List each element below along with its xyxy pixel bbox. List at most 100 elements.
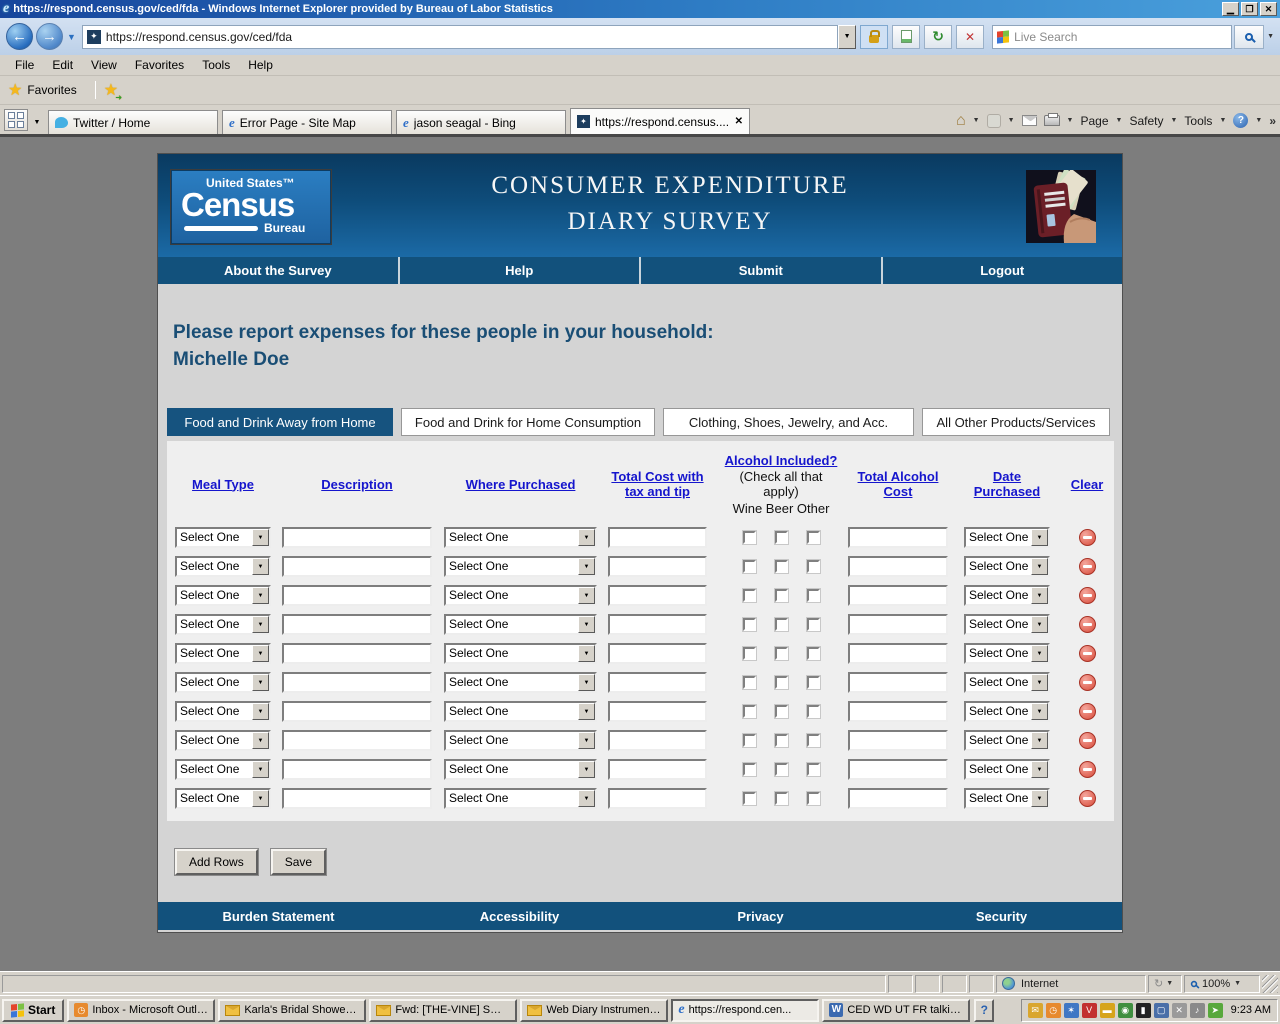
- taskbar-button-inbox-microsoft-outlook[interactable]: ◷ Inbox - Microsoft Outlook: [67, 998, 216, 1022]
- beer-checkbox[interactable]: [774, 618, 788, 631]
- stop-button[interactable]: ✕: [956, 24, 985, 49]
- description-input[interactable]: [282, 788, 432, 809]
- meal-type-select[interactable]: Select One ▼: [175, 701, 271, 722]
- col-alcohol-included[interactable]: Alcohol Included?: [725, 453, 838, 468]
- volume-icon[interactable]: ♪: [1189, 1002, 1205, 1018]
- taskbar-button-web-diary-instrument[interactable]: Web Diary Instrument ...: [520, 998, 669, 1022]
- meal-type-select[interactable]: Select One ▼: [175, 614, 271, 635]
- read-mail-icon[interactable]: [1021, 115, 1038, 126]
- other-checkbox[interactable]: [806, 589, 820, 602]
- beer-checkbox[interactable]: [774, 792, 788, 805]
- date-purchased-select[interactable]: Select One ▼: [964, 527, 1050, 548]
- menu-favorites[interactable]: Favorites: [126, 56, 193, 74]
- favorites-button[interactable]: Favorites: [27, 83, 76, 97]
- other-checkbox[interactable]: [806, 676, 820, 689]
- outlook-icon[interactable]: ◷: [1045, 1002, 1061, 1018]
- clear-row-button[interactable]: [1078, 587, 1096, 604]
- restore-button[interactable]: ❐: [1241, 2, 1258, 16]
- wine-checkbox[interactable]: [742, 792, 756, 805]
- wine-checkbox[interactable]: [742, 618, 756, 631]
- search-dropdown[interactable]: ▼: [1267, 33, 1274, 40]
- compatibility-view-button[interactable]: [892, 24, 921, 49]
- wine-checkbox[interactable]: [742, 763, 756, 776]
- description-input[interactable]: [282, 759, 432, 780]
- resize-grip[interactable]: [1262, 974, 1278, 993]
- browser-tab-twitter-home[interactable]: Twitter / Home: [48, 110, 218, 134]
- description-input[interactable]: [282, 585, 432, 606]
- total-cost-input[interactable]: [608, 527, 707, 548]
- safety-menu[interactable]: Safety: [1129, 114, 1163, 128]
- col-where-purchased[interactable]: Where Purchased: [466, 477, 576, 492]
- where-purchased-select[interactable]: Select One ▼: [444, 643, 597, 664]
- beer-checkbox[interactable]: [774, 560, 788, 573]
- toolbar-overflow-icon[interactable]: »: [1269, 114, 1276, 128]
- total-cost-input[interactable]: [608, 614, 707, 635]
- tab-food-and-drink-for-home-consumption[interactable]: Food and Drink for Home Consumption: [401, 408, 655, 436]
- where-purchased-select[interactable]: Select One ▼: [444, 672, 597, 693]
- address-url[interactable]: https://respond.census.gov/ced/fda: [106, 30, 292, 44]
- wine-checkbox[interactable]: [742, 705, 756, 718]
- other-checkbox[interactable]: [806, 531, 820, 544]
- date-purchased-select[interactable]: Select One ▼: [964, 643, 1050, 664]
- total-alcohol-cost-input[interactable]: [848, 701, 948, 722]
- help-icon[interactable]: ?: [1233, 113, 1249, 128]
- total-cost-input[interactable]: [608, 788, 707, 809]
- display-icon[interactable]: ▢: [1153, 1002, 1169, 1018]
- other-checkbox[interactable]: [806, 734, 820, 747]
- meal-type-select[interactable]: Select One ▼: [175, 788, 271, 809]
- col-total-cost[interactable]: Total Cost with tax and tip: [611, 469, 703, 499]
- total-alcohol-cost-input[interactable]: [848, 643, 948, 664]
- where-purchased-select[interactable]: Select One ▼: [444, 788, 597, 809]
- other-checkbox[interactable]: [806, 618, 820, 631]
- beer-checkbox[interactable]: [774, 676, 788, 689]
- update-icon[interactable]: ➤: [1207, 1002, 1223, 1018]
- wine-checkbox[interactable]: [742, 676, 756, 689]
- home-dropdown[interactable]: ▼: [973, 117, 980, 124]
- page-menu[interactable]: Page: [1080, 114, 1108, 128]
- nav-submit[interactable]: Submit: [639, 257, 881, 284]
- where-purchased-select[interactable]: Select One ▼: [444, 701, 597, 722]
- meal-type-select[interactable]: Select One ▼: [175, 643, 271, 664]
- date-purchased-select[interactable]: Select One ▼: [964, 788, 1050, 809]
- wine-checkbox[interactable]: [742, 647, 756, 660]
- lock-icon[interactable]: ▬: [1099, 1002, 1115, 1018]
- wine-checkbox[interactable]: [742, 734, 756, 747]
- meal-type-select[interactable]: Select One ▼: [175, 672, 271, 693]
- total-cost-input[interactable]: [608, 701, 707, 722]
- nav-logout[interactable]: Logout: [880, 257, 1123, 284]
- date-purchased-select[interactable]: Select One ▼: [964, 672, 1050, 693]
- clear-row-button[interactable]: [1078, 558, 1096, 575]
- meal-type-select[interactable]: Select One ▼: [175, 730, 271, 751]
- close-button[interactable]: ✕: [1260, 2, 1277, 16]
- meal-type-select[interactable]: Select One ▼: [175, 556, 271, 577]
- antivirus-icon[interactable]: V: [1081, 1002, 1097, 1018]
- quick-tabs-button[interactable]: [4, 109, 28, 131]
- help-tray-button[interactable]: ?: [974, 998, 995, 1022]
- total-alcohol-cost-input[interactable]: [848, 585, 948, 606]
- total-alcohol-cost-input[interactable]: [848, 527, 948, 548]
- taskbar-button-fwd-the-vine-swa[interactable]: Fwd: [THE-VINE] SWA...: [369, 998, 518, 1022]
- description-input[interactable]: [282, 672, 432, 693]
- total-alcohol-cost-input[interactable]: [848, 614, 948, 635]
- beer-checkbox[interactable]: [774, 763, 788, 776]
- clear-row-button[interactable]: [1078, 732, 1096, 749]
- beer-checkbox[interactable]: [774, 734, 788, 747]
- other-checkbox[interactable]: [806, 647, 820, 660]
- where-purchased-select[interactable]: Select One ▼: [444, 527, 597, 548]
- col-clear[interactable]: Clear: [1071, 477, 1104, 492]
- description-input[interactable]: [282, 527, 432, 548]
- forward-button[interactable]: →: [36, 23, 63, 50]
- total-cost-input[interactable]: [608, 672, 707, 693]
- footer-burden-statement[interactable]: Burden Statement: [158, 902, 399, 930]
- device-icon[interactable]: ▮: [1135, 1002, 1151, 1018]
- date-purchased-select[interactable]: Select One ▼: [964, 759, 1050, 780]
- menu-file[interactable]: File: [6, 56, 43, 74]
- meal-type-select[interactable]: Select One ▼: [175, 585, 271, 606]
- total-alcohol-cost-input[interactable]: [848, 759, 948, 780]
- where-purchased-select[interactable]: Select One ▼: [444, 556, 597, 577]
- zoom-control[interactable]: 100% ▼: [1184, 974, 1260, 993]
- menu-view[interactable]: View: [82, 56, 126, 74]
- beer-checkbox[interactable]: [774, 647, 788, 660]
- clear-row-button[interactable]: [1078, 761, 1096, 778]
- other-checkbox[interactable]: [806, 560, 820, 573]
